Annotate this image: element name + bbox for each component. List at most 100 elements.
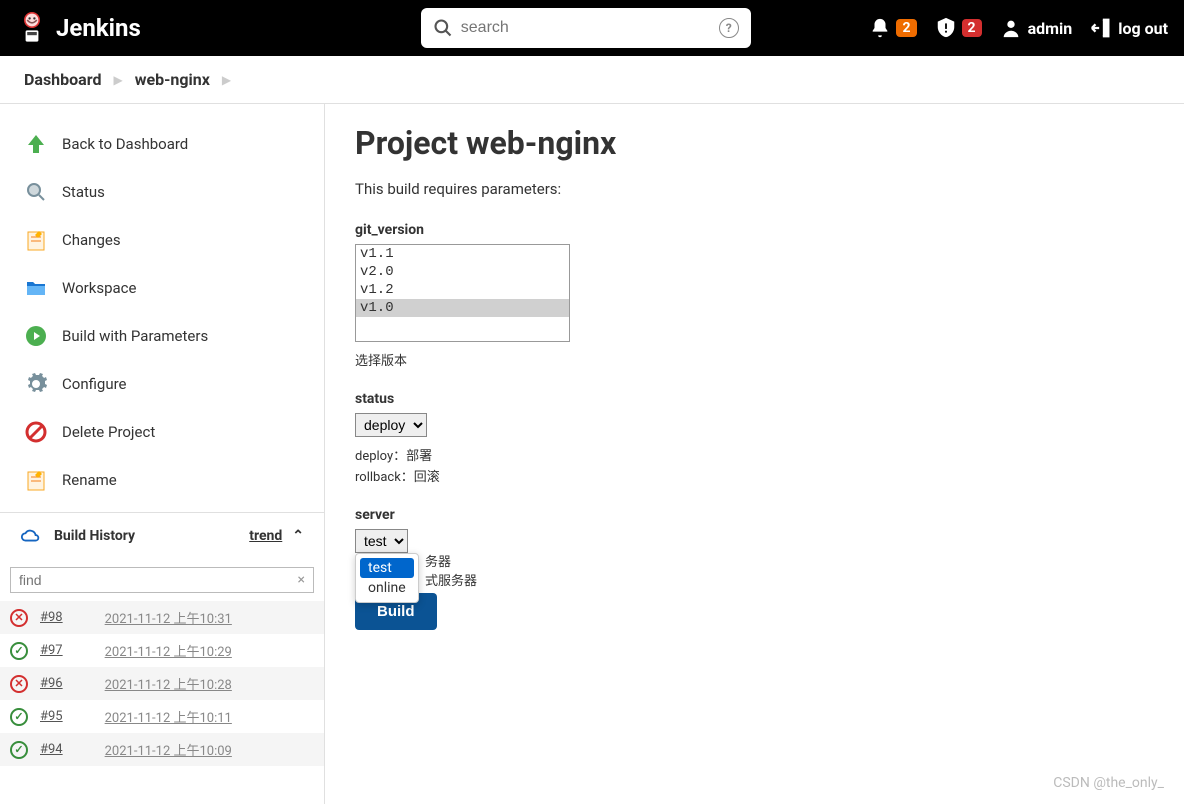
status-helper1: deploy：部署 <box>355 445 1154 464</box>
build-row[interactable]: ✓ #97 2021-11-12 上午10:29 <box>0 634 324 667</box>
sidebar-item-status[interactable]: Status <box>0 168 324 216</box>
alert-group[interactable]: 2 <box>935 17 982 39</box>
build-number-link[interactable]: #96 <box>40 676 63 691</box>
git-version-helper: 选择版本 <box>355 350 1154 369</box>
logout-text: log out <box>1118 19 1168 38</box>
server-select-wrapper: test 务器 式服务器 test online <box>355 529 408 553</box>
git-version-option[interactable]: v1.0 <box>356 299 569 317</box>
server-option-online[interactable]: online <box>360 578 414 598</box>
git-version-option[interactable]: v2.0 <box>356 263 569 281</box>
sidebar-item-build-with-parameters[interactable]: Build with Parameters <box>0 312 324 360</box>
notepad-icon <box>24 228 48 252</box>
sidebar-item-workspace[interactable]: Workspace <box>0 264 324 312</box>
search-input[interactable] <box>461 19 719 37</box>
param-status: status deploy deploy：部署 rollback：回滚 <box>355 391 1154 485</box>
sidebar-item-back-to-dashboard[interactable]: Back to Dashboard <box>0 120 324 168</box>
status-helper2: rollback：回滚 <box>355 466 1154 485</box>
server-dropdown-list[interactable]: test online <box>355 553 419 603</box>
logout-link[interactable]: log out <box>1090 17 1168 39</box>
build-row[interactable]: ✓ #95 2021-11-12 上午10:11 <box>0 700 324 733</box>
user-link[interactable]: admin <box>1000 17 1073 39</box>
server-label: server <box>355 507 1154 523</box>
chevron-right-icon: ▶ <box>113 73 122 87</box>
top-header: Jenkins ? 2 2 admin log out <box>0 0 1184 56</box>
breadcrumb-project[interactable]: web-nginx <box>135 70 210 89</box>
page-title: Project web-nginx <box>355 124 1154 162</box>
build-time-link[interactable]: 2021-11-12 上午10:31 <box>105 608 232 627</box>
chevron-right-icon: ▶ <box>222 73 231 87</box>
build-status-fail-icon: ✕ <box>10 609 28 627</box>
git-version-listbox[interactable]: v1.1v2.0v1.2v1.0 <box>355 244 570 342</box>
cloud-icon <box>20 527 42 545</box>
trend-link[interactable]: trend <box>249 528 282 544</box>
page-subtitle: This build requires parameters: <box>355 180 1154 198</box>
build-status-ok-icon: ✓ <box>10 708 28 726</box>
search-icon <box>433 18 453 38</box>
build-number-link[interactable]: #95 <box>40 709 63 724</box>
notepad-icon <box>24 468 48 492</box>
build-history-header[interactable]: Build History trend ⌃ <box>0 512 324 559</box>
build-row[interactable]: ✕ #98 2021-11-12 上午10:31 <box>0 601 324 634</box>
build-number-link[interactable]: #97 <box>40 643 63 658</box>
build-row[interactable]: ✕#962021-11-12 上午10:28 <box>0 667 324 700</box>
build-status-ok-icon: ✓ <box>10 642 28 660</box>
status-label: status <box>355 391 1154 407</box>
build-time-link[interactable]: 2021-11-12 上午10:29 <box>105 641 232 660</box>
up-arrow-icon <box>24 132 48 156</box>
build-number-link[interactable]: #98 <box>40 610 63 625</box>
sidebar-item-delete-project[interactable]: Delete Project <box>0 408 324 456</box>
main-panel: Project web-nginx This build requires pa… <box>324 104 1184 804</box>
build-number-link[interactable]: #94 <box>40 742 63 757</box>
sidebar-item-changes[interactable]: Changes <box>0 216 324 264</box>
build-history-title: Build History <box>54 528 135 544</box>
jenkins-logo[interactable]: Jenkins <box>16 8 141 48</box>
build-time-link[interactable]: 2021-11-12 上午10:09 <box>105 740 232 759</box>
build-time-link[interactable]: 2021-11-12 上午10:28 <box>105 674 232 693</box>
param-git-version: git_version v1.1v2.0v1.2v1.0 选择版本 <box>355 222 1154 369</box>
sidebar-item-label: Workspace <box>62 279 136 297</box>
server-select[interactable]: test <box>355 529 408 553</box>
build-row[interactable]: ✓ #94 2021-11-12 上午10:09 <box>0 733 324 766</box>
sidebar: Back to Dashboard Status Changes Workspace B… <box>0 104 324 804</box>
git-version-option[interactable]: v1.2 <box>356 281 569 299</box>
bell-icon <box>869 17 891 39</box>
sidebar-item-label: Rename <box>62 471 117 489</box>
play-clock-icon <box>24 324 48 348</box>
server-option-test[interactable]: test <box>360 558 414 578</box>
sidebar-item-label: Configure <box>62 375 127 393</box>
status-select[interactable]: deploy <box>355 413 427 437</box>
sidebar-item-label: Status <box>62 183 105 201</box>
clear-icon[interactable]: × <box>298 572 305 588</box>
user-name: admin <box>1028 19 1073 38</box>
server-helper-text: 务器 式服务器 <box>425 551 477 589</box>
find-row: × <box>0 559 324 601</box>
param-server: server test 务器 式服务器 test online <box>355 507 1154 553</box>
sidebar-item-label: Build with Parameters <box>62 327 208 345</box>
notif-badge: 2 <box>896 19 916 37</box>
build-time-link[interactable]: 2021-11-12 上午10:11 <box>105 707 232 726</box>
watermark: CSDN @the_only_ <box>1053 775 1164 791</box>
chevron-up-icon[interactable]: ⌃ <box>292 528 304 544</box>
notification-group[interactable]: 2 <box>869 17 916 39</box>
logout-icon <box>1090 17 1112 39</box>
help-icon[interactable]: ? <box>719 18 739 38</box>
find-box[interactable]: × <box>10 567 314 593</box>
git-version-option[interactable]: v1.1 <box>356 245 569 263</box>
breadcrumb-dashboard[interactable]: Dashboard <box>24 70 101 89</box>
sidebar-item-rename[interactable]: Rename <box>0 456 324 504</box>
jenkins-icon <box>16 8 48 48</box>
sidebar-item-label: Changes <box>62 231 121 249</box>
find-input[interactable] <box>19 572 298 588</box>
magnify-icon <box>24 180 48 204</box>
header-right: 2 2 admin log out <box>869 17 1168 39</box>
user-icon <box>1000 17 1022 39</box>
shield-alert-icon <box>935 17 957 39</box>
sidebar-item-configure[interactable]: Configure <box>0 360 324 408</box>
build-status-ok-icon: ✓ <box>10 741 28 759</box>
breadcrumb: Dashboard ▶ web-nginx ▶ <box>0 56 1184 104</box>
git-version-label: git_version <box>355 222 1154 238</box>
alert-badge: 2 <box>962 19 982 37</box>
search-box[interactable]: ? <box>421 8 751 48</box>
folder-icon <box>24 276 48 300</box>
sidebar-item-label: Delete Project <box>62 423 155 441</box>
